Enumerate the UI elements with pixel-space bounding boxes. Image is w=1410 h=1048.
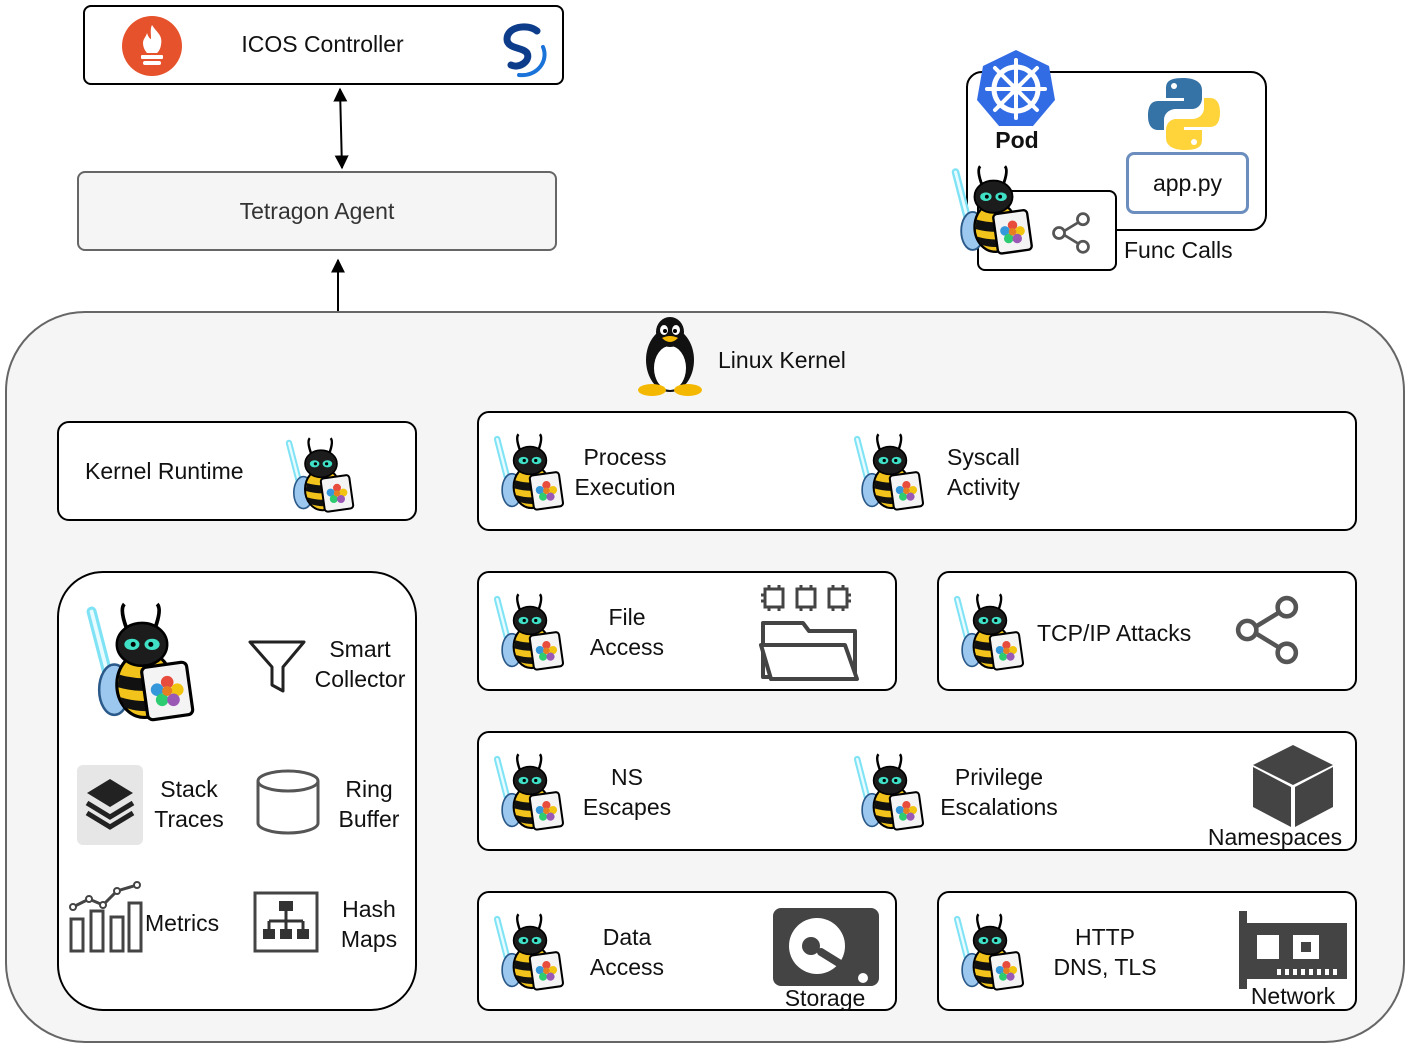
app-file-box: app.py — [1126, 152, 1249, 214]
privilege-escalations-label-2: Escalations — [940, 794, 1058, 820]
folder-chips-icon — [757, 583, 863, 683]
smart-collector-panel: Smart Collector Stack Traces Ring Buffer — [57, 571, 417, 1011]
tetragon-bee-icon — [489, 749, 571, 835]
tetragon-bee-icon — [949, 909, 1031, 995]
icos-controller-box: ICOS Controller — [83, 5, 564, 85]
tetragon-bee-large-icon — [77, 599, 207, 725]
metrics-chart-icon — [67, 881, 143, 953]
tetragon-bee-icon — [949, 589, 1031, 675]
tetragon-bee-icon — [489, 909, 571, 995]
smart-collector-label-2: Collector — [314, 666, 406, 692]
process-execution-label-1: Process — [583, 444, 667, 470]
storage-label: Storage — [784, 985, 866, 1011]
ns-privilege-box: NS Escapes Privilege Escalations Namespa… — [477, 731, 1357, 851]
agent-label: Tetragon Agent — [239, 198, 395, 224]
syscall-activity-label-1: Syscall — [947, 444, 1020, 470]
share-icon — [1046, 210, 1096, 256]
prometheus-icon — [121, 15, 183, 77]
hard-disk-icon — [771, 906, 881, 988]
stack-traces-label-1: Stack — [160, 776, 218, 802]
ring-buffer-label-2: Buffer — [338, 806, 400, 832]
syscall-activity-label-2: Activity — [947, 474, 1020, 500]
data-access-label-2: Access — [589, 954, 665, 980]
http-dns-tls-box: HTTP DNS, TLS Network — [937, 891, 1357, 1011]
tetragon-bee-icon — [849, 429, 931, 515]
tetragon-bee-icon — [489, 589, 571, 675]
controller-agent-arrow — [333, 87, 349, 170]
linux-kernel-label: Linux Kernel — [718, 347, 846, 373]
tcp-ip-attacks-box: TCP/IP Attacks — [937, 571, 1357, 691]
ns-escapes-label-2: Escapes — [582, 794, 672, 820]
file-access-label-1: File — [608, 604, 646, 630]
funnel-icon — [247, 639, 307, 695]
http-dns-tls-label-1: HTTP — [1074, 924, 1136, 950]
tetragon-bee-icon — [946, 160, 1041, 260]
tetragon-bee-icon — [849, 749, 931, 835]
layers-icon — [77, 765, 143, 845]
hash-maps-label-2: Maps — [340, 926, 398, 952]
smart-collector-label-1: Smart — [329, 636, 391, 662]
cube-icon — [1251, 743, 1335, 829]
kernel-runtime-box: Kernel Runtime — [57, 421, 417, 521]
privilege-escalations-label-1: Privilege — [954, 764, 1044, 790]
python-icon — [1146, 76, 1222, 152]
pod-label: Pod — [995, 127, 1039, 153]
ordering-logo-icon — [493, 21, 551, 79]
tetragon-agent-box: Tetragon Agent — [77, 171, 557, 251]
func-calls-label: Func Calls — [1124, 237, 1233, 263]
tcp-ip-attacks-label: TCP/IP Attacks — [1037, 620, 1192, 646]
stack-traces-label-2: Traces — [154, 806, 224, 832]
hierarchy-icon — [253, 891, 319, 953]
process-execution-label-2: Execution — [574, 474, 676, 500]
kernel-runtime-label: Kernel Runtime — [85, 458, 244, 484]
file-access-box: File Access — [477, 571, 897, 691]
metrics-label: Metrics — [145, 910, 220, 936]
cylinder-icon — [255, 769, 321, 835]
namespaces-label: Namespaces — [1207, 824, 1343, 850]
ring-buffer-label-1: Ring — [345, 776, 393, 802]
app-file-label: app.py — [1152, 170, 1223, 196]
network-card-icon — [1237, 909, 1349, 989]
data-access-box: Data Access Storage — [477, 891, 897, 1011]
hash-maps-label-1: Hash — [342, 896, 396, 922]
tux-penguin-icon — [636, 314, 704, 396]
network-label: Network — [1250, 983, 1336, 1009]
data-access-label-1: Data — [602, 924, 652, 950]
tetragon-bee-icon — [281, 433, 361, 517]
controller-label: ICOS Controller — [241, 31, 404, 57]
tetragon-bee-icon — [489, 429, 571, 515]
kubernetes-icon — [975, 48, 1057, 130]
file-access-label-2: Access — [589, 634, 665, 660]
share-icon — [1229, 591, 1305, 669]
http-dns-tls-label-2: DNS, TLS — [1053, 954, 1157, 980]
ns-escapes-label-1: NS — [611, 764, 643, 790]
process-syscall-box: Process Execution Syscall Activity — [477, 411, 1357, 531]
